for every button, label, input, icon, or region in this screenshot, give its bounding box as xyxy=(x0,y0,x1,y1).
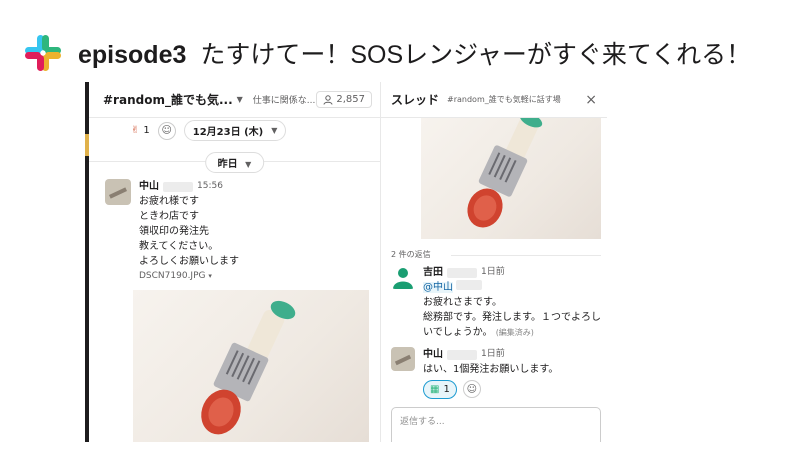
message-body: 吉田 1日前 @中山 お疲れさまです。 総務部です。発注します。１つでよろし い… xyxy=(423,265,601,340)
message-line-text: いでしょうか。 xyxy=(423,327,493,338)
stamp-photo-icon xyxy=(201,300,296,435)
message-line: 教えてください。 xyxy=(139,241,219,252)
reaction-pill[interactable]: ✌ 1 xyxy=(131,125,150,136)
thumbs-up-emoji-icon: ▦ xyxy=(430,384,440,395)
slide-title: episode3 たすけてー！SOSレンジャーがすぐ来てくれる！ xyxy=(78,35,751,71)
day-divider-pill[interactable]: 昨日 ▼ xyxy=(204,152,265,173)
redacted-name xyxy=(163,181,193,192)
reaction-count: 1 xyxy=(443,384,450,395)
chevron-down-icon: ▼ xyxy=(271,126,278,135)
message-header: 中山 1日前 xyxy=(423,347,558,362)
message-body: 中山 15:56 お疲れ様です ときわ店です 領収印の発注先 教えてください。 … xyxy=(139,179,239,284)
message-body: 中山 1日前 はい、1個発注お願いします。 ▦ 1 ☺ xyxy=(423,347,558,399)
reaction-pill[interactable]: ▦ 1 xyxy=(423,380,457,399)
timestamp[interactable]: 1日前 xyxy=(481,347,505,362)
channel-topic: 仕事に関係な... xyxy=(252,96,316,106)
channel-pane: #random_誰でも気... ▼ 仕事に関係な... 2,857 ✌ 1 ☺ … xyxy=(89,82,381,442)
reaction-row: ✌ 1 ☺ 12月23日 (木) ▼ xyxy=(131,120,287,141)
redacted-name xyxy=(447,267,477,278)
stamp-photo-icon xyxy=(467,118,543,228)
file-name[interactable]: DSCN7190.JPG ▾ xyxy=(139,269,239,284)
reaction-count: 1 xyxy=(143,125,150,136)
message-line: はい、1個発注お願いします。 xyxy=(423,364,559,375)
caret-down-icon: ▾ xyxy=(208,272,212,280)
mention-line: @中山 xyxy=(423,280,601,295)
reply-divider xyxy=(451,255,601,256)
author-name[interactable]: 中山 xyxy=(139,179,159,194)
member-count: 2,857 xyxy=(336,94,365,105)
date-pill[interactable]: 12月23日 (木) ▼ xyxy=(183,120,287,141)
message-line: 領収印の発注先 xyxy=(139,226,209,237)
chevron-down-icon: ▼ xyxy=(245,160,252,169)
message-line: 総務部です。発注します。１つでよろし xyxy=(423,312,601,323)
reaction-row: ▦ 1 ☺ xyxy=(423,380,558,399)
reply-placeholder: 返信する... xyxy=(400,417,445,427)
reply-input[interactable]: 返信する... xyxy=(391,407,601,442)
thread-reply: 中山 1日前 はい、1個発注お願いします。 ▦ 1 ☺ xyxy=(391,347,558,399)
slack-logo-icon xyxy=(22,32,64,74)
day-divider-label: 昨日 xyxy=(217,159,238,170)
edited-label: (編集済み) xyxy=(495,328,534,337)
timestamp[interactable]: 15:56 xyxy=(197,179,223,194)
member-count-button[interactable]: 2,857 xyxy=(316,91,372,108)
episode-title: たすけてー！SOSレンジャーがすぐ来てくれる！ xyxy=(200,41,752,69)
message-header: 中山 15:56 xyxy=(139,179,239,194)
avatar[interactable] xyxy=(391,347,415,371)
add-reaction-icon[interactable]: ☺ xyxy=(462,380,481,398)
redacted-name xyxy=(456,280,483,290)
file-name-text: DSCN7190.JPG xyxy=(139,271,206,281)
channel-message: 中山 15:56 お疲れ様です ときわ店です 領収印の発注先 教えてください。 … xyxy=(105,179,239,284)
avatar[interactable] xyxy=(391,265,415,289)
thread-attachment-photo[interactable] xyxy=(421,118,601,239)
chevron-down-icon[interactable]: ▼ xyxy=(237,95,243,104)
channel-name[interactable]: #random_誰でも気... xyxy=(103,91,233,108)
author-name[interactable]: 吉田 xyxy=(423,265,443,280)
channel-header: #random_誰でも気... ▼ 仕事に関係な... 2,857 xyxy=(89,82,380,118)
slide-header: episode3 たすけてー！SOSレンジャーがすぐ来てくれる！ xyxy=(22,30,751,76)
author-name[interactable]: 中山 xyxy=(423,347,443,362)
thread-channel[interactable]: #random_誰でも気軽に話す場 xyxy=(447,94,561,105)
message-line: お疲れ様です xyxy=(139,196,199,207)
thread-title: スレッド xyxy=(391,93,440,107)
close-icon[interactable]: × xyxy=(585,92,597,108)
thread-header: スレッド #random_誰でも気軽に話す場 × xyxy=(381,82,607,118)
default-user-icon xyxy=(393,268,413,289)
episode-label: episode3 xyxy=(78,41,187,69)
message-line: お疲れさまです。 xyxy=(423,297,502,308)
message-line: ときわ店です xyxy=(139,211,199,222)
user-mention[interactable]: @中山 xyxy=(423,282,453,293)
attachment-photo[interactable] xyxy=(133,290,369,442)
redacted-name xyxy=(447,349,477,360)
reply-count: 2 件の返信 xyxy=(391,250,431,259)
avatar[interactable] xyxy=(105,179,131,205)
slack-screenshot: #random_誰でも気... ▼ 仕事に関係な... 2,857 ✌ 1 ☺ … xyxy=(85,82,607,442)
message-line: いでしょうか。 (編集済み) xyxy=(423,325,601,340)
person-icon xyxy=(323,94,333,105)
message-line: よろしくお願いします xyxy=(139,256,239,267)
thread-reply: 吉田 1日前 @中山 お疲れさまです。 総務部です。発注します。１つでよろし い… xyxy=(391,265,601,340)
message-header: 吉田 1日前 xyxy=(423,265,601,280)
add-reaction-icon[interactable]: ☺ xyxy=(157,121,176,140)
date-label: 12月23日 (木) xyxy=(192,127,264,138)
hand-emoji-icon: ✌ xyxy=(131,125,140,136)
thread-pane: スレッド #random_誰でも気軽に話す場 × 2 件の返信 吉田 1日前 @… xyxy=(381,82,607,442)
timestamp[interactable]: 1日前 xyxy=(481,265,505,280)
